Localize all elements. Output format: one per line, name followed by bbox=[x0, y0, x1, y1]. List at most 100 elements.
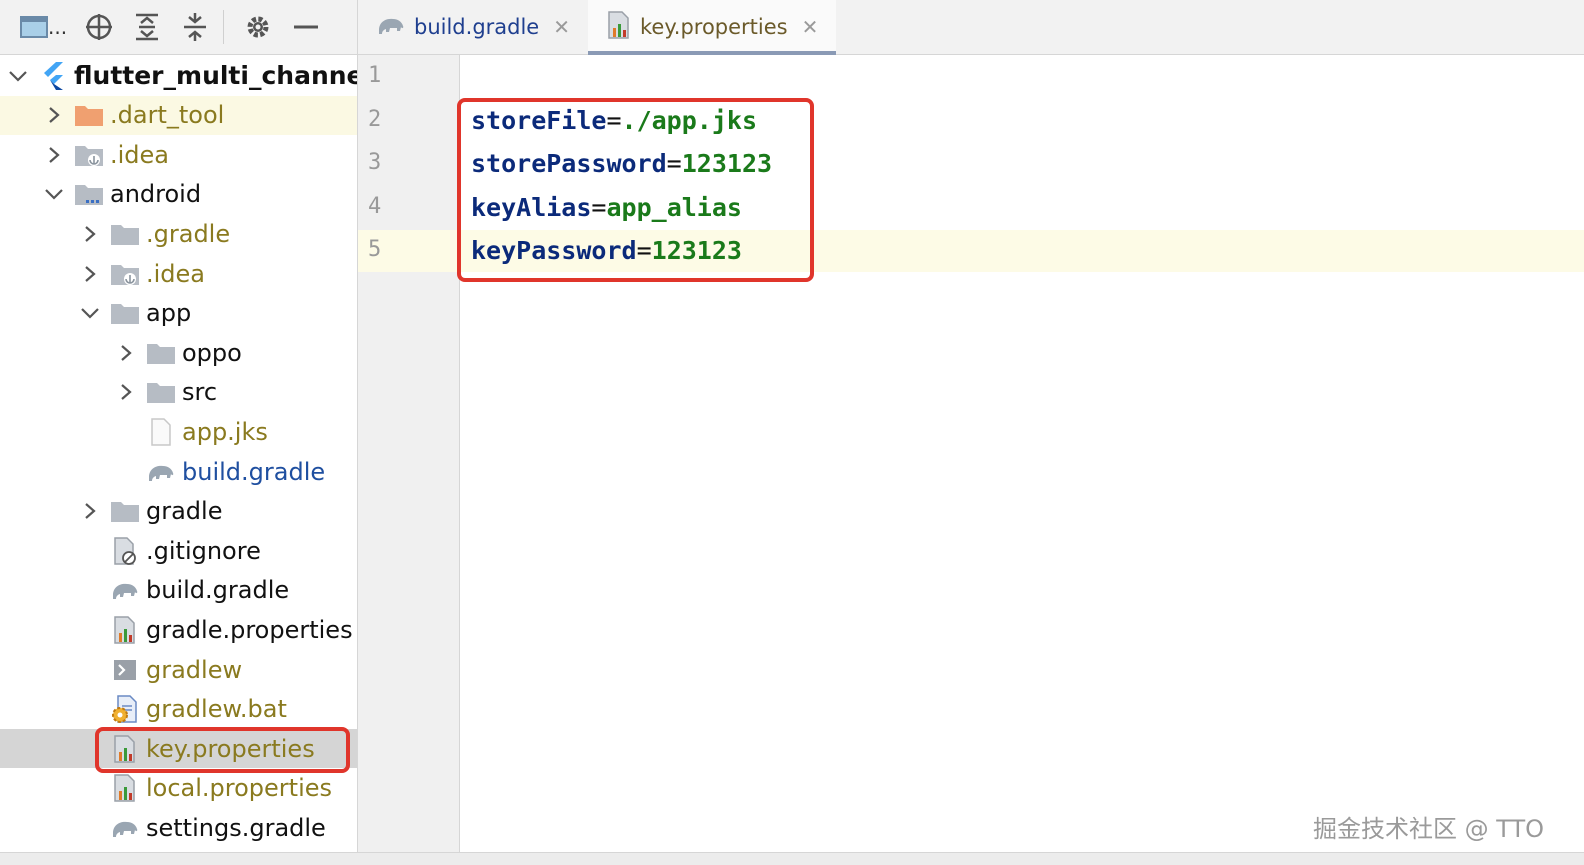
tree-item-label: src bbox=[182, 378, 218, 407]
tree-item-label: settings.gradle bbox=[146, 813, 326, 842]
close-icon[interactable]: ✕ bbox=[553, 15, 570, 39]
expand-all-icon[interactable] bbox=[127, 7, 167, 47]
tab-key-properties[interactable]: key.properties ✕ bbox=[588, 0, 837, 55]
tree-item-label: app bbox=[146, 299, 192, 328]
tree-item-label: gradle.properties bbox=[146, 615, 353, 644]
more-dots[interactable]: ... bbox=[48, 15, 67, 39]
folder-idea-icon bbox=[110, 260, 140, 288]
chevron-down-icon[interactable] bbox=[78, 301, 102, 325]
gradle-elephant-icon bbox=[146, 458, 176, 486]
chevron-right-icon[interactable] bbox=[114, 380, 138, 404]
tree-item-label: build.gradle bbox=[146, 576, 290, 605]
tree-item-label: oppo bbox=[182, 338, 242, 367]
watermark: 掘金技术社区 @ TTO bbox=[1312, 815, 1544, 843]
folder-icon bbox=[110, 299, 140, 327]
minimize-icon[interactable] bbox=[286, 7, 326, 47]
tab-label: build.gradle bbox=[414, 15, 540, 39]
chevron-right-icon[interactable] bbox=[78, 222, 102, 246]
properties-file-icon bbox=[110, 616, 140, 644]
gear-icon[interactable] bbox=[238, 7, 278, 47]
terminal-file-icon bbox=[110, 656, 140, 684]
bat-file-icon bbox=[110, 695, 140, 724]
folder-icon bbox=[110, 497, 140, 525]
folder-icon bbox=[110, 220, 140, 248]
line-number: 2 bbox=[368, 106, 382, 132]
chevron-right-icon[interactable] bbox=[114, 341, 138, 365]
tree-item-label: .idea bbox=[110, 140, 170, 169]
tree-item[interactable]: .idea bbox=[0, 254, 357, 293]
properties-file-icon bbox=[606, 10, 632, 45]
tree-item-label: gradlew.bat bbox=[146, 695, 287, 724]
tree-item[interactable]: local.properties bbox=[0, 769, 357, 808]
gradle-elephant-icon bbox=[110, 576, 140, 604]
tree-item[interactable]: .dart_tool bbox=[0, 95, 357, 135]
chevron-down-icon[interactable] bbox=[6, 64, 30, 88]
tree-item-label: flutter_multi_channel bbox=[74, 61, 358, 90]
chevron-right-icon[interactable] bbox=[42, 103, 66, 127]
tree-item[interactable]: app.jks bbox=[0, 412, 357, 451]
tree-item[interactable]: gradlew.bat bbox=[0, 690, 357, 729]
folder-module-icon bbox=[74, 180, 104, 208]
flutter-icon bbox=[38, 61, 68, 90]
tree-item-label: .gitignore bbox=[146, 536, 261, 565]
tree-item-label: build.gradle bbox=[182, 457, 326, 486]
tree-item[interactable]: gradle.properties bbox=[0, 610, 357, 649]
tree-item[interactable]: flutter_multi_channel bbox=[0, 56, 357, 95]
tree-item-label: .gradle bbox=[146, 219, 231, 248]
tree-item[interactable]: .idea bbox=[0, 135, 357, 174]
gradle-elephant-icon bbox=[376, 14, 406, 41]
tree-item[interactable]: android bbox=[0, 175, 357, 214]
gradle-elephant-icon bbox=[110, 814, 140, 842]
code-highlight-box bbox=[457, 98, 814, 282]
tree-highlight-box bbox=[95, 727, 350, 773]
tree-item[interactable]: oppo bbox=[0, 333, 357, 372]
tree-item[interactable]: build.gradle bbox=[0, 452, 357, 491]
properties-file-icon bbox=[110, 774, 140, 803]
tree-item[interactable]: settings.gradle bbox=[0, 808, 357, 847]
tree-item[interactable]: gradlew bbox=[0, 650, 357, 689]
close-icon[interactable]: ✕ bbox=[802, 15, 819, 39]
line-number: 1 bbox=[368, 63, 382, 88]
chevron-right-icon[interactable] bbox=[42, 143, 66, 167]
tree-item[interactable]: .gitignore bbox=[0, 531, 357, 570]
tree-item-label: gradle bbox=[146, 497, 223, 526]
locate-icon[interactable] bbox=[79, 7, 119, 47]
tab-label: key.properties bbox=[640, 15, 788, 39]
tab-build-gradle[interactable]: build.gradle ✕ bbox=[358, 0, 588, 54]
tree-item-label: local.properties bbox=[146, 774, 333, 803]
top-bar: ... build.gradle ✕ key.properties ✕ bbox=[0, 0, 1584, 55]
folder-idea-icon bbox=[74, 141, 104, 169]
line-number: 3 bbox=[368, 150, 382, 175]
tree-item[interactable]: src bbox=[0, 373, 357, 412]
chevron-down-icon[interactable] bbox=[42, 182, 66, 206]
chevron-right-icon[interactable] bbox=[78, 499, 102, 523]
tree-item-label: .dart_tool bbox=[110, 101, 225, 130]
folder-icon bbox=[146, 378, 176, 406]
editor-tabs: build.gradle ✕ key.properties ✕ bbox=[357, 0, 837, 55]
gitignore-icon bbox=[110, 536, 140, 565]
line-gutter: 1 2 3 4 5 bbox=[358, 55, 460, 852]
collapse-all-icon[interactable] bbox=[175, 7, 215, 47]
file-icon bbox=[146, 418, 176, 446]
project-toolbar: ... bbox=[0, 0, 357, 54]
tree-item[interactable]: build.gradle bbox=[0, 571, 357, 610]
tree-item-label: gradlew bbox=[146, 655, 243, 684]
tree-item[interactable]: gradle bbox=[0, 492, 357, 531]
line-number: 5 bbox=[368, 237, 382, 262]
tree-item[interactable]: app bbox=[0, 294, 357, 333]
tree-item-label: app.jks bbox=[182, 417, 268, 446]
line-number: 4 bbox=[368, 193, 382, 219]
bottom-bar bbox=[0, 852, 1584, 865]
tree-item[interactable]: .gradle bbox=[0, 214, 357, 253]
chevron-right-icon[interactable] bbox=[78, 262, 102, 286]
tree-item-label: .idea bbox=[146, 259, 206, 288]
